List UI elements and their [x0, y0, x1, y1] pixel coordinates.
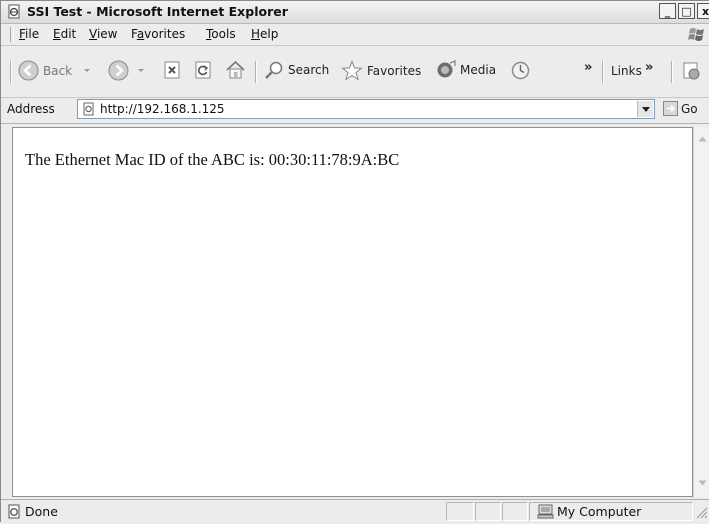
dropdown-arrow-icon	[641, 106, 650, 112]
status-panel	[502, 502, 528, 521]
scroll-down-button[interactable]	[696, 477, 708, 489]
stop-button[interactable]	[163, 61, 182, 80]
resize-grip-icon[interactable]	[695, 506, 708, 519]
standard-toolbar: Back Search Favorites Media » Links »	[1, 46, 709, 98]
browser-window: SSI Test - Microsoft Internet Explorer _…	[0, 0, 709, 524]
minimize-button[interactable]: _	[659, 3, 676, 19]
favorites-button[interactable]: Favorites	[341, 60, 421, 81]
refresh-icon	[195, 61, 211, 79]
title-bar[interactable]: SSI Test - Microsoft Internet Explorer _…	[1, 1, 709, 24]
go-arrow-icon	[663, 101, 678, 116]
window-title: SSI Test - Microsoft Internet Explorer	[27, 4, 288, 19]
status-panel	[446, 502, 474, 521]
links-page-icon	[683, 62, 700, 80]
ie-page-icon	[8, 4, 20, 19]
menu-help[interactable]: Help	[251, 27, 278, 41]
address-label: Address	[7, 102, 55, 116]
address-dropdown[interactable]	[637, 101, 653, 117]
refresh-button[interactable]	[194, 61, 213, 80]
menu-bar: File Edit View Favorites Tools Help	[1, 24, 709, 46]
menu-favorites[interactable]: Favorites	[131, 27, 185, 41]
menu-grip[interactable]	[10, 27, 14, 42]
links-label[interactable]: Links	[611, 64, 642, 78]
status-zone: My Computer	[557, 504, 642, 519]
page-done-icon	[8, 504, 20, 519]
scroll-up-arrow-icon	[698, 136, 706, 142]
scroll-up-button[interactable]	[696, 133, 708, 145]
maximize-button[interactable]: □	[678, 3, 695, 19]
address-url[interactable]: http://192.168.1.125	[100, 102, 225, 116]
dropdown-arrow-icon[interactable]	[81, 67, 93, 75]
menu-edit[interactable]: Edit	[53, 27, 76, 41]
links-end-separator	[671, 61, 673, 83]
back-arrow-icon	[18, 60, 39, 81]
media-icon	[437, 60, 456, 78]
back-label: Back	[43, 63, 73, 78]
address-bar: Address http://192.168.1.125 Go	[1, 97, 709, 124]
page-text: The Ethernet Mac ID of the ABC is: 00:30…	[25, 150, 400, 169]
media-label: Media	[460, 63, 497, 77]
status-bar: Done My Computer	[1, 499, 709, 524]
search-label: Search	[288, 63, 330, 77]
home-icon	[226, 60, 245, 79]
history-icon	[511, 61, 530, 80]
media-button[interactable]: Media	[435, 60, 496, 80]
home-button[interactable]	[225, 60, 246, 80]
page-content[interactable]: The Ethernet Mac ID of the ABC is: 00:30…	[12, 127, 693, 497]
search-icon	[265, 61, 283, 79]
forward-arrow-icon	[108, 60, 129, 81]
status-text: Done	[25, 504, 58, 519]
search-button[interactable]: Search	[264, 60, 329, 80]
scroll-down-arrow-icon	[698, 480, 706, 486]
menu-view[interactable]: View	[89, 27, 117, 41]
address-field[interactable]: http://192.168.1.125	[77, 99, 655, 119]
my-computer-icon	[537, 504, 554, 519]
history-button[interactable]	[510, 60, 531, 81]
toolbar-grip[interactable]	[10, 61, 12, 83]
links-chevron[interactable]: »	[645, 60, 653, 75]
toolbar-chevron[interactable]: »	[584, 60, 592, 75]
windows-logo-icon	[688, 28, 704, 41]
links-page-button[interactable]	[681, 61, 703, 81]
stop-icon	[164, 61, 180, 79]
links-separator	[602, 61, 604, 83]
dropdown-arrow-icon[interactable]	[135, 67, 147, 75]
go-label: Go	[681, 101, 698, 116]
menu-tools[interactable]: Tools	[206, 27, 236, 41]
ie-page-icon	[83, 102, 94, 116]
close-button[interactable]: x	[697, 3, 709, 19]
favorites-label: Favorites	[367, 63, 422, 78]
toolbar-separator	[255, 61, 257, 83]
back-button[interactable]: Back	[18, 60, 93, 81]
favorites-star-icon	[341, 60, 363, 81]
forward-button[interactable]	[108, 60, 147, 81]
go-button[interactable]: Go	[663, 101, 698, 116]
status-panel	[475, 502, 501, 521]
menu-file[interactable]: File	[19, 27, 39, 41]
vertical-scrollbar[interactable]	[693, 127, 709, 497]
